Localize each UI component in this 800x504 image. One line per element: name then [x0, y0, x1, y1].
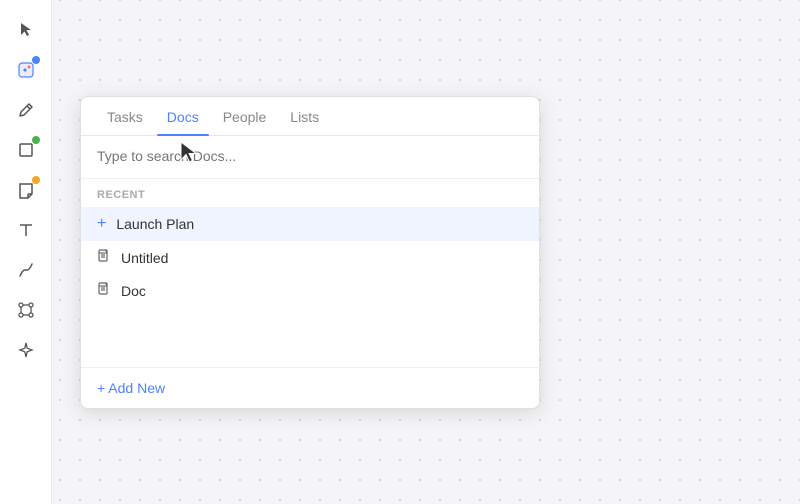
tab-docs[interactable]: Docs: [157, 97, 209, 135]
magic-tool[interactable]: [8, 332, 44, 368]
doc-icon-untitled: [97, 249, 111, 266]
tabs-bar: Tasks Docs People Lists: [81, 97, 539, 136]
sticky-tool[interactable]: [8, 172, 44, 208]
list-item-launch-plan[interactable]: + Launch Plan: [81, 207, 539, 241]
item-label-doc: Doc: [121, 283, 146, 299]
item-label-untitled: Untitled: [121, 250, 168, 266]
text-tool[interactable]: [8, 212, 44, 248]
search-area: [81, 136, 539, 179]
recent-label: RECENT: [81, 179, 539, 207]
left-toolbar: [0, 0, 52, 504]
sticky-badge: [32, 176, 40, 184]
tab-people[interactable]: People: [213, 97, 277, 135]
list-item-doc[interactable]: Doc: [81, 274, 539, 307]
add-new-label: + Add New: [97, 380, 165, 396]
spacer: [81, 307, 539, 367]
ai-tool[interactable]: [8, 52, 44, 88]
list-item-untitled[interactable]: Untitled: [81, 241, 539, 274]
doc-icon-doc: [97, 282, 111, 299]
pen-tool[interactable]: [8, 92, 44, 128]
shape-badge: [32, 136, 40, 144]
add-new-button[interactable]: + Add New: [81, 367, 539, 408]
tab-lists[interactable]: Lists: [280, 97, 329, 135]
ai-badge: [32, 56, 40, 64]
tab-tasks[interactable]: Tasks: [97, 97, 153, 135]
connect-tool[interactable]: [8, 292, 44, 328]
search-input[interactable]: [97, 148, 523, 164]
cursor-tool[interactable]: [8, 12, 44, 48]
shape-tool[interactable]: [8, 132, 44, 168]
item-label-launch-plan: Launch Plan: [116, 216, 194, 232]
popup-panel: Tasks Docs People Lists RECENT + Launch …: [80, 96, 540, 409]
main-area: Tasks Docs People Lists RECENT + Launch …: [52, 0, 800, 504]
draw-tool[interactable]: [8, 252, 44, 288]
plus-icon: +: [97, 215, 106, 233]
